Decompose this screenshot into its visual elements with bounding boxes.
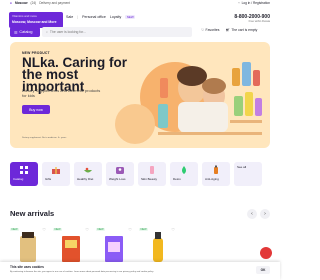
cookie-ok-button[interactable]: OK <box>256 266 270 274</box>
nav-new-badge: NEW <box>125 15 136 19</box>
carousel-next-button[interactable]: › <box>260 209 270 219</box>
new-badge: NEW <box>53 228 63 231</box>
menu-icon: ☰ <box>14 30 18 35</box>
drop-icon <box>182 166 186 174</box>
location-icon: ● <box>10 1 12 5</box>
category-label: See all <box>237 165 247 169</box>
location-card-value: Moscow, Moscow and More <box>12 20 57 24</box>
nav-loyalty[interactable]: Loyalty <box>110 15 121 19</box>
category-gifts[interactable]: Gifts <box>42 162 70 186</box>
login-link[interactable]: Log in / Registration <box>242 1 270 5</box>
hero-description: Dietary Supplements and cosmetic product… <box>22 88 101 98</box>
category-weight-loss[interactable]: Weight Loss <box>106 162 134 186</box>
hero-banner[interactable]: NEW PRODUCT NLka. Caring for the most im… <box>10 42 270 148</box>
hero-disclaimer: Dietary supplement. Not a medicine. 0+ y… <box>22 137 67 139</box>
top-utility-bar: ● Moscow (24) Delivery and payment ◔ Log… <box>0 0 280 8</box>
cookie-title: This site uses cookies <box>10 265 44 269</box>
category-label: Skin Beauty <box>141 177 158 181</box>
new-badge: NEW <box>139 228 149 231</box>
location-card-caption: Vitamins and more <box>12 14 37 18</box>
favorites-label: Favorites <box>205 28 220 32</box>
nav-sale[interactable]: Sale <box>66 15 73 19</box>
carousel-prev-button[interactable]: ‹ <box>247 209 257 219</box>
gift-icon <box>52 167 60 174</box>
delivery-link[interactable]: Delivery and payment <box>39 1 70 5</box>
category-healthy-diet[interactable]: Healthy Diet <box>74 162 102 186</box>
category-label: Healthy Diet <box>77 177 94 181</box>
product-card[interactable]: NEW ♡ <box>96 224 133 264</box>
heart-icon[interactable]: ♡ <box>85 227 89 232</box>
catalog-label: Catalog <box>19 30 33 34</box>
phone-caption: Free within Russia <box>248 20 270 23</box>
category-skin-beauty[interactable]: Skin Beauty <box>138 162 166 186</box>
new-badge: NEW <box>96 228 106 231</box>
header: Vitamins and more Moscow, Moscow and Mor… <box>0 8 280 28</box>
catalog-button[interactable]: ☰ Catalog <box>10 27 40 37</box>
cart-icon: 🛒︎ <box>225 28 230 32</box>
phone-block[interactable]: 8-800-2000-900 Free within Russia <box>234 14 270 23</box>
search-row: ☰ Catalog ⌕ ♡ Favorites 🛒︎ The cart is e… <box>0 27 280 39</box>
category-label: Weight Loss <box>109 177 126 181</box>
nav-personal-office[interactable]: Personal office <box>82 15 106 19</box>
search-icon: ⌕ <box>46 30 48 34</box>
heart-icon[interactable]: ♡ <box>42 227 46 232</box>
heart-icon[interactable]: ♡ <box>171 227 175 232</box>
location-card[interactable]: Vitamins and more Moscow, Moscow and Mor… <box>9 12 63 28</box>
category-label: Anti-Aging <box>205 177 219 181</box>
favorites-button[interactable]: ♡ Favorites <box>201 28 220 32</box>
cookie-banner: This site uses cookies By continuing to … <box>0 262 280 280</box>
cream-icon <box>150 166 154 174</box>
category-label: Catalog <box>13 177 24 181</box>
product-card[interactable]: NEW ♡ <box>10 224 47 264</box>
user-icon: ◔ <box>237 1 240 5</box>
cart-label: The cart is empty <box>231 28 258 32</box>
main-nav: Sale | Personal office Loyalty NEW <box>66 15 136 19</box>
header-actions: ♡ Favorites 🛒︎ The cart is empty <box>201 28 257 32</box>
product-card[interactable]: NEW ♡ <box>53 224 90 264</box>
category-label: Detox <box>173 177 181 181</box>
cookie-text: By continuing to browse the site, you ag… <box>10 271 154 273</box>
bowl-icon <box>84 167 92 173</box>
category-see-all[interactable]: See all <box>234 162 262 186</box>
scale-icon <box>116 167 124 174</box>
buy-now-button[interactable]: Buy now <box>22 105 50 114</box>
carousel-arrows: ‹ › <box>247 209 270 219</box>
cart-button[interactable]: 🛒︎ The cart is empty <box>226 28 258 32</box>
category-tiles: Catalog Gifts Healthy Diet Weight Loss S… <box>10 162 270 186</box>
chat-widget-button[interactable] <box>260 247 272 259</box>
category-label: Gifts <box>45 177 52 181</box>
city-count: (24) <box>30 1 37 5</box>
category-anti-aging[interactable]: Anti-Aging <box>202 162 230 186</box>
heart-icon[interactable]: ♡ <box>128 227 132 232</box>
heart-icon: ♡ <box>201 28 205 32</box>
category-detox[interactable]: Detox <box>170 162 198 186</box>
hero-product-image <box>158 62 262 135</box>
section-title-new-arrivals: New arrivals <box>10 209 55 218</box>
grid-icon <box>20 166 28 174</box>
decor-blob <box>115 104 155 144</box>
category-catalog[interactable]: Catalog <box>10 162 38 186</box>
search-box[interactable]: ⌕ <box>42 27 192 37</box>
product-carousel: NEW ♡ NEW ♡ NEW ♡ NEW ♡ <box>10 224 270 264</box>
bottle-icon <box>214 165 218 174</box>
city-selector[interactable]: Moscow <box>15 1 28 5</box>
product-card[interactable]: NEW ♡ <box>139 224 176 264</box>
search-input[interactable] <box>49 30 180 34</box>
new-badge: NEW <box>10 228 20 231</box>
